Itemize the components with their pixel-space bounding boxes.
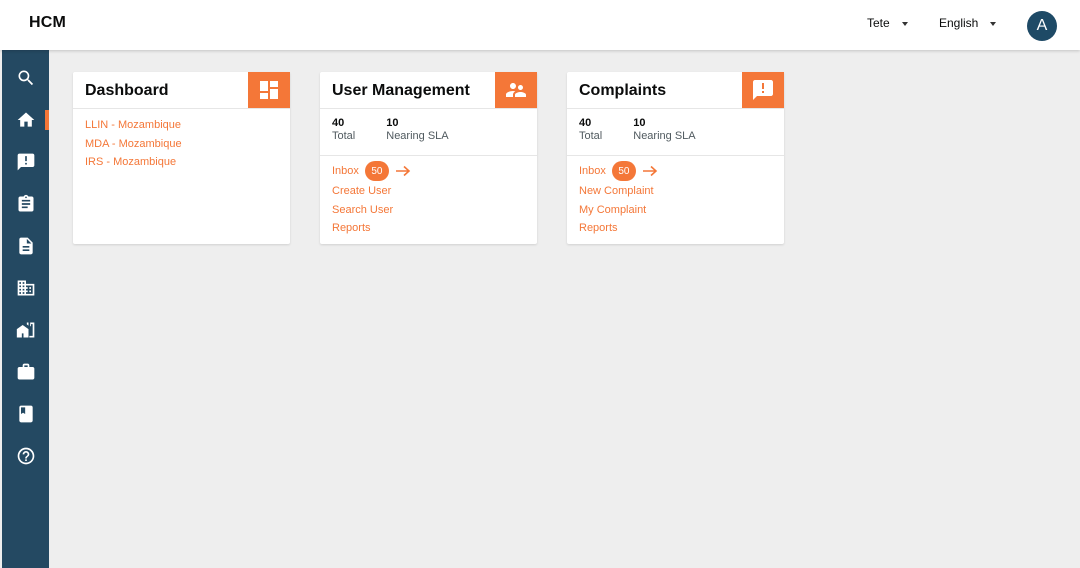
inbox-count-badge: 50	[364, 161, 389, 181]
sidebar-item-help[interactable]	[2, 441, 49, 471]
stat-total-value: 40	[332, 117, 345, 129]
stats-row: 40 Total 10 Nearing SLA	[332, 117, 480, 143]
arrow-right-icon	[642, 165, 658, 177]
card-header: Complaints	[567, 72, 784, 109]
search-user-link[interactable]: Search User	[332, 201, 393, 220]
user-management-card: User Management 40 Total 10 Nearing SLA …	[320, 72, 537, 244]
stats-row: 40 Total 10 Nearing SLA	[579, 117, 727, 143]
inbox-label: Inbox	[332, 165, 359, 177]
card-title: Dashboard	[85, 82, 169, 99]
stat-sla-label: Nearing SLA	[633, 130, 696, 142]
language-dropdown-label: English	[939, 16, 979, 30]
sidebar-item-work[interactable]	[2, 357, 49, 387]
sidebar-item-tasks[interactable]	[2, 189, 49, 219]
dashboard-link-llin[interactable]: LLIN - Mozambique	[85, 116, 182, 135]
clipboard-icon	[18, 194, 33, 212]
complaints-card: Complaints 40 Total 10 Nearing SLA Inbox…	[567, 72, 784, 244]
dashboard-links: LLIN - Mozambique MDA - Mozambique IRS -…	[85, 116, 182, 172]
top-bar: HCM Tete English A	[0, 0, 1080, 50]
building-icon	[17, 280, 34, 296]
complaint-icon	[17, 153, 34, 171]
stat-total: 40 Total	[332, 117, 355, 143]
users-icon	[506, 83, 526, 97]
new-complaint-link[interactable]: New Complaint	[579, 182, 654, 201]
sidebar-item-home[interactable]	[2, 105, 49, 135]
stat-total-label: Total	[332, 130, 356, 142]
reports-link[interactable]: Reports	[332, 219, 393, 238]
card-header: User Management	[320, 72, 537, 109]
user-management-links: Create User Search User Reports	[332, 182, 393, 238]
card-title: Complaints	[579, 82, 667, 99]
create-user-link[interactable]: Create User	[332, 182, 393, 201]
inbox-link[interactable]: Inbox 50	[579, 161, 658, 181]
city-dropdown-label: Tete	[867, 16, 890, 30]
complaints-links: New Complaint My Complaint Reports	[579, 182, 654, 238]
stat-total-label: Total	[579, 130, 603, 142]
my-complaint-link[interactable]: My Complaint	[579, 201, 654, 220]
stat-nearing-sla: 10 Nearing SLA	[633, 117, 695, 143]
app-title: HCM	[29, 14, 67, 31]
inbox-label: Inbox	[579, 165, 606, 177]
stat-nearing-sla: 10 Nearing SLA	[386, 117, 448, 143]
sidebar-item-organisation[interactable]	[2, 273, 49, 303]
chevron-down-icon	[990, 22, 997, 26]
card-title: User Management	[332, 82, 470, 99]
dashboard-card: Dashboard LLIN - Mozambique MDA - Mozamb…	[73, 72, 290, 244]
sidebar-item-households[interactable]	[2, 315, 49, 345]
home-icon	[17, 112, 34, 127]
complaint-icon	[753, 80, 773, 100]
avatar[interactable]: A	[1027, 11, 1057, 41]
stat-sla-value: 10	[386, 117, 399, 129]
sidebar-item-documents[interactable]	[2, 231, 49, 261]
stat-total-value: 40	[579, 117, 592, 129]
dashboard-icon	[260, 81, 278, 99]
language-dropdown[interactable]: English	[939, 16, 997, 30]
search-icon	[18, 70, 33, 86]
stat-sla-label: Nearing SLA	[386, 130, 449, 142]
stat-total: 40 Total	[579, 117, 602, 143]
sidebar-item-manual[interactable]	[2, 399, 49, 429]
reports-link[interactable]: Reports	[579, 219, 654, 238]
sidebar-item-search[interactable]	[2, 63, 49, 93]
divider	[567, 155, 784, 156]
document-icon	[18, 237, 33, 255]
inbox-link[interactable]: Inbox 50	[332, 161, 411, 181]
sidebar	[2, 50, 49, 568]
chevron-down-icon	[901, 22, 908, 26]
card-header: Dashboard	[73, 72, 290, 109]
dashboard-link-irs[interactable]: IRS - Mozambique	[85, 153, 182, 172]
house-icon	[16, 322, 34, 338]
divider	[320, 155, 537, 156]
sidebar-item-complaints[interactable]	[2, 147, 49, 177]
briefcase-icon	[17, 363, 34, 380]
stat-sla-value: 10	[633, 117, 646, 129]
dashboard-link-mda[interactable]: MDA - Mozambique	[85, 135, 182, 154]
card-icon-badge	[742, 72, 784, 108]
card-icon-badge	[495, 72, 537, 108]
card-icon-badge	[248, 72, 290, 108]
city-dropdown[interactable]: Tete	[867, 16, 908, 30]
help-icon	[17, 447, 34, 465]
arrow-right-icon	[395, 165, 411, 177]
inbox-count-badge: 50	[611, 161, 636, 181]
book-icon	[18, 405, 33, 423]
